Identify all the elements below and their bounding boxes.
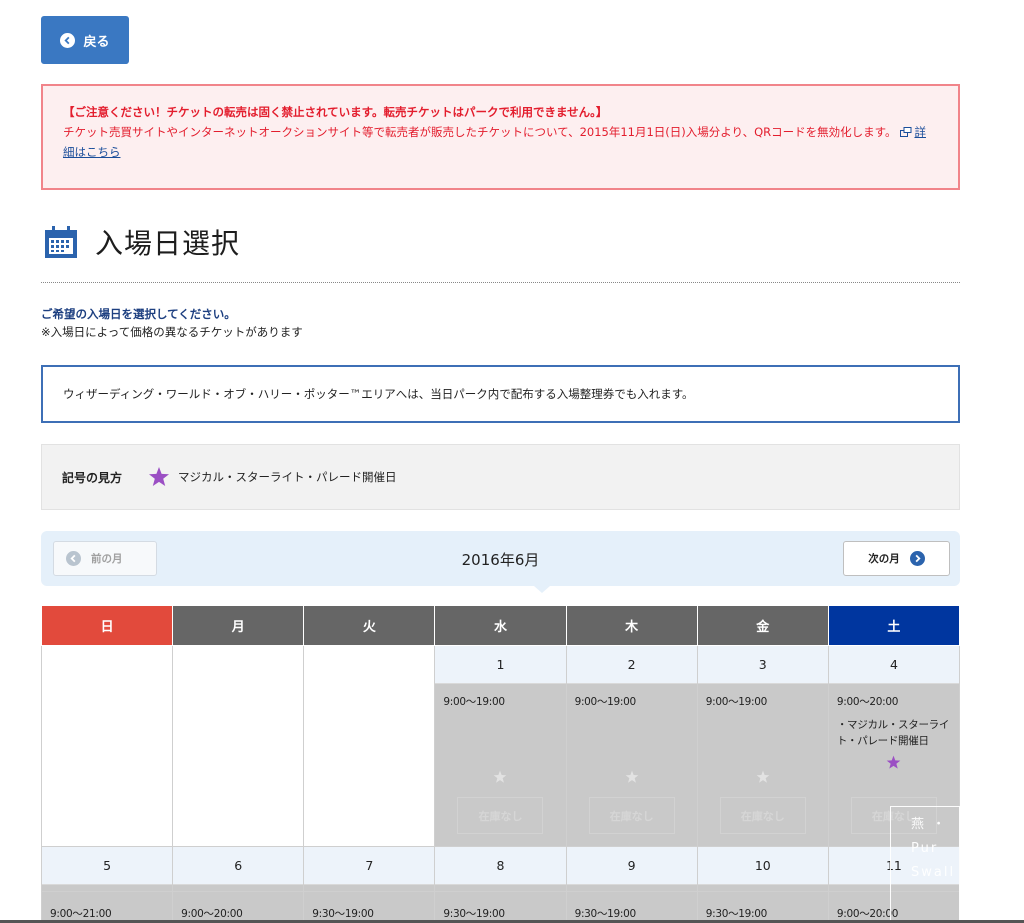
weekday-header-fri: 金: [696, 605, 829, 646]
watermark: 燕 ・ Pur Swall: [890, 806, 960, 923]
lead-text: ご希望の入場日を選択してください。 ※入場日によって価格の異なるチケットがありま…: [41, 305, 303, 341]
month-navigation: 前の月 2016年6月 次の月: [41, 531, 960, 593]
calendar-day[interactable]: 8: [434, 846, 567, 892]
calendar-day[interactable]: 7: [303, 846, 436, 892]
calendar-day-hours: 9:00〜20:00: [172, 891, 305, 923]
calendar-week-1: 1 9:00〜19:00 在庫なし 2 9:00〜19:00 在庫なし 3 9:…: [40, 645, 961, 847]
star-icon: [829, 755, 959, 773]
calendar-day[interactable]: 3 9:00〜19:00 在庫なし: [696, 645, 829, 847]
out-of-stock-button[interactable]: 在庫なし: [719, 797, 806, 834]
instruction-text: ご希望の入場日を選択してください。: [41, 307, 236, 321]
back-button[interactable]: 戻る: [41, 16, 129, 64]
calendar-day[interactable]: 1 9:00〜19:00 在庫なし: [434, 645, 567, 847]
weekday-header-mon: 月: [172, 605, 305, 646]
star-icon: [435, 770, 565, 787]
month-title: 2016年6月: [461, 551, 540, 569]
calendar-day-empty: [303, 645, 436, 847]
parade-event-text: ・マジカル・スターライト・パレード開催日: [836, 719, 950, 747]
price-note: ※入場日によって価格の異なるチケットがあります: [41, 325, 303, 339]
legend-text: マジカル・スターライト・パレード開催日: [178, 470, 397, 484]
calendar: 日 月 火 水 木 金 土 1 9:00〜19:00 在庫なし 2 9:00〜1…: [40, 605, 961, 923]
day-number: 8: [435, 847, 566, 885]
title-divider: [41, 282, 960, 283]
calendar-day-empty: [172, 645, 305, 847]
park-hours: 9:00〜20:00: [836, 696, 899, 708]
day-number: 3: [697, 646, 828, 684]
day-number: 1: [435, 646, 566, 684]
notice-text: ウィザーディング・ワールド・オブ・ハリー・ポッター™エリアへは、当日パーク内で配…: [63, 387, 694, 401]
calendar-day-hours: 9:30〜19:00: [434, 891, 567, 923]
weekday-header-wed: 水: [434, 605, 567, 646]
park-hours: 9:30〜19:00: [312, 908, 374, 920]
calendar-week-2-hours: 9:00〜21:00 9:00〜20:00 9:30〜19:00 9:30〜19…: [40, 891, 961, 923]
day-number: 9: [566, 847, 697, 885]
star-icon: [149, 467, 170, 486]
calendar-day[interactable]: 5: [40, 846, 174, 892]
day-number: 2: [566, 646, 697, 684]
calendar-day[interactable]: 10: [696, 846, 829, 892]
park-hours: 9:30〜19:00: [443, 908, 505, 920]
month-pointer: [534, 586, 550, 593]
calendar-day-empty: [40, 645, 174, 847]
park-hours: 9:00〜19:00: [574, 696, 637, 708]
watermark-line: 燕 ・: [911, 817, 948, 832]
park-hours: 9:00〜19:00: [705, 696, 768, 708]
calendar-icon: [45, 226, 77, 258]
next-month-label: 次の月: [868, 553, 900, 565]
weekday-header-tue: 火: [303, 605, 436, 646]
calendar-day-hours: 9:30〜19:00: [565, 891, 698, 923]
park-hours: 9:30〜19:00: [705, 908, 768, 920]
park-hours: 9:30〜19:00: [574, 908, 637, 920]
watermark-line: Pur: [911, 841, 939, 856]
calendar-day-hours: 9:00〜21:00: [40, 891, 174, 923]
back-button-label: 戻る: [83, 34, 110, 50]
harry-potter-notice: ウィザーディング・ワールド・オブ・ハリー・ポッター™エリアへは、当日パーク内で配…: [41, 365, 960, 423]
legend-box: 記号の見方 マジカル・スターライト・パレード開催日: [41, 444, 960, 510]
calendar-day[interactable]: 9: [565, 846, 698, 892]
weekday-header-sun: 日: [40, 605, 174, 646]
legend-label: 記号の見方: [62, 470, 123, 485]
warning-heading: 【ご注意ください！チケットの転売は固く禁止されています。転売チケットはパークで利…: [63, 105, 608, 119]
chevron-left-icon: [60, 32, 76, 48]
day-number: 10: [697, 847, 828, 885]
warning-body: チケット売買サイトやインターネットオークションサイト等で転売者が販売したチケット…: [63, 122, 936, 162]
warning-body-text: チケット売買サイトやインターネットオークションサイト等で転売者が販売したチケット…: [63, 125, 897, 139]
day-number: 4: [828, 646, 959, 684]
calendar-day-hours: 9:30〜19:00: [303, 891, 436, 923]
page-title: 入場日選択: [95, 227, 241, 260]
day-number: 7: [304, 847, 435, 885]
watermark-line: Swall: [911, 865, 956, 880]
out-of-stock-button[interactable]: 在庫なし: [588, 797, 675, 834]
weekday-header-thu: 木: [565, 605, 698, 646]
park-hours: 9:00〜20:00: [181, 908, 243, 920]
star-icon: [698, 770, 828, 787]
next-month-button[interactable]: 次の月: [843, 541, 950, 576]
day-number: 5: [42, 847, 173, 885]
park-hours: 9:00〜19:00: [443, 696, 505, 708]
calendar-week-2: 5 6 7 8 9 10 11: [40, 846, 961, 892]
weekday-header-sat: 土: [827, 605, 961, 646]
chevron-right-icon: [909, 551, 925, 566]
park-hours: 9:00〜21:00: [50, 908, 112, 920]
calendar-day[interactable]: 2 9:00〜19:00 在庫なし: [565, 645, 698, 847]
out-of-stock-button[interactable]: 在庫なし: [457, 797, 544, 834]
star-icon: [567, 770, 697, 787]
calendar-day-hours: 9:30〜19:00: [696, 891, 829, 923]
calendar-day[interactable]: 6: [172, 846, 305, 892]
day-number: 6: [173, 847, 304, 885]
page-title-row: 入場日選択: [43, 222, 240, 262]
external-link-icon: [900, 127, 912, 137]
resale-warning: 【ご注意ください！チケットの転売は固く禁止されています。転売チケットはパークで利…: [41, 84, 960, 190]
